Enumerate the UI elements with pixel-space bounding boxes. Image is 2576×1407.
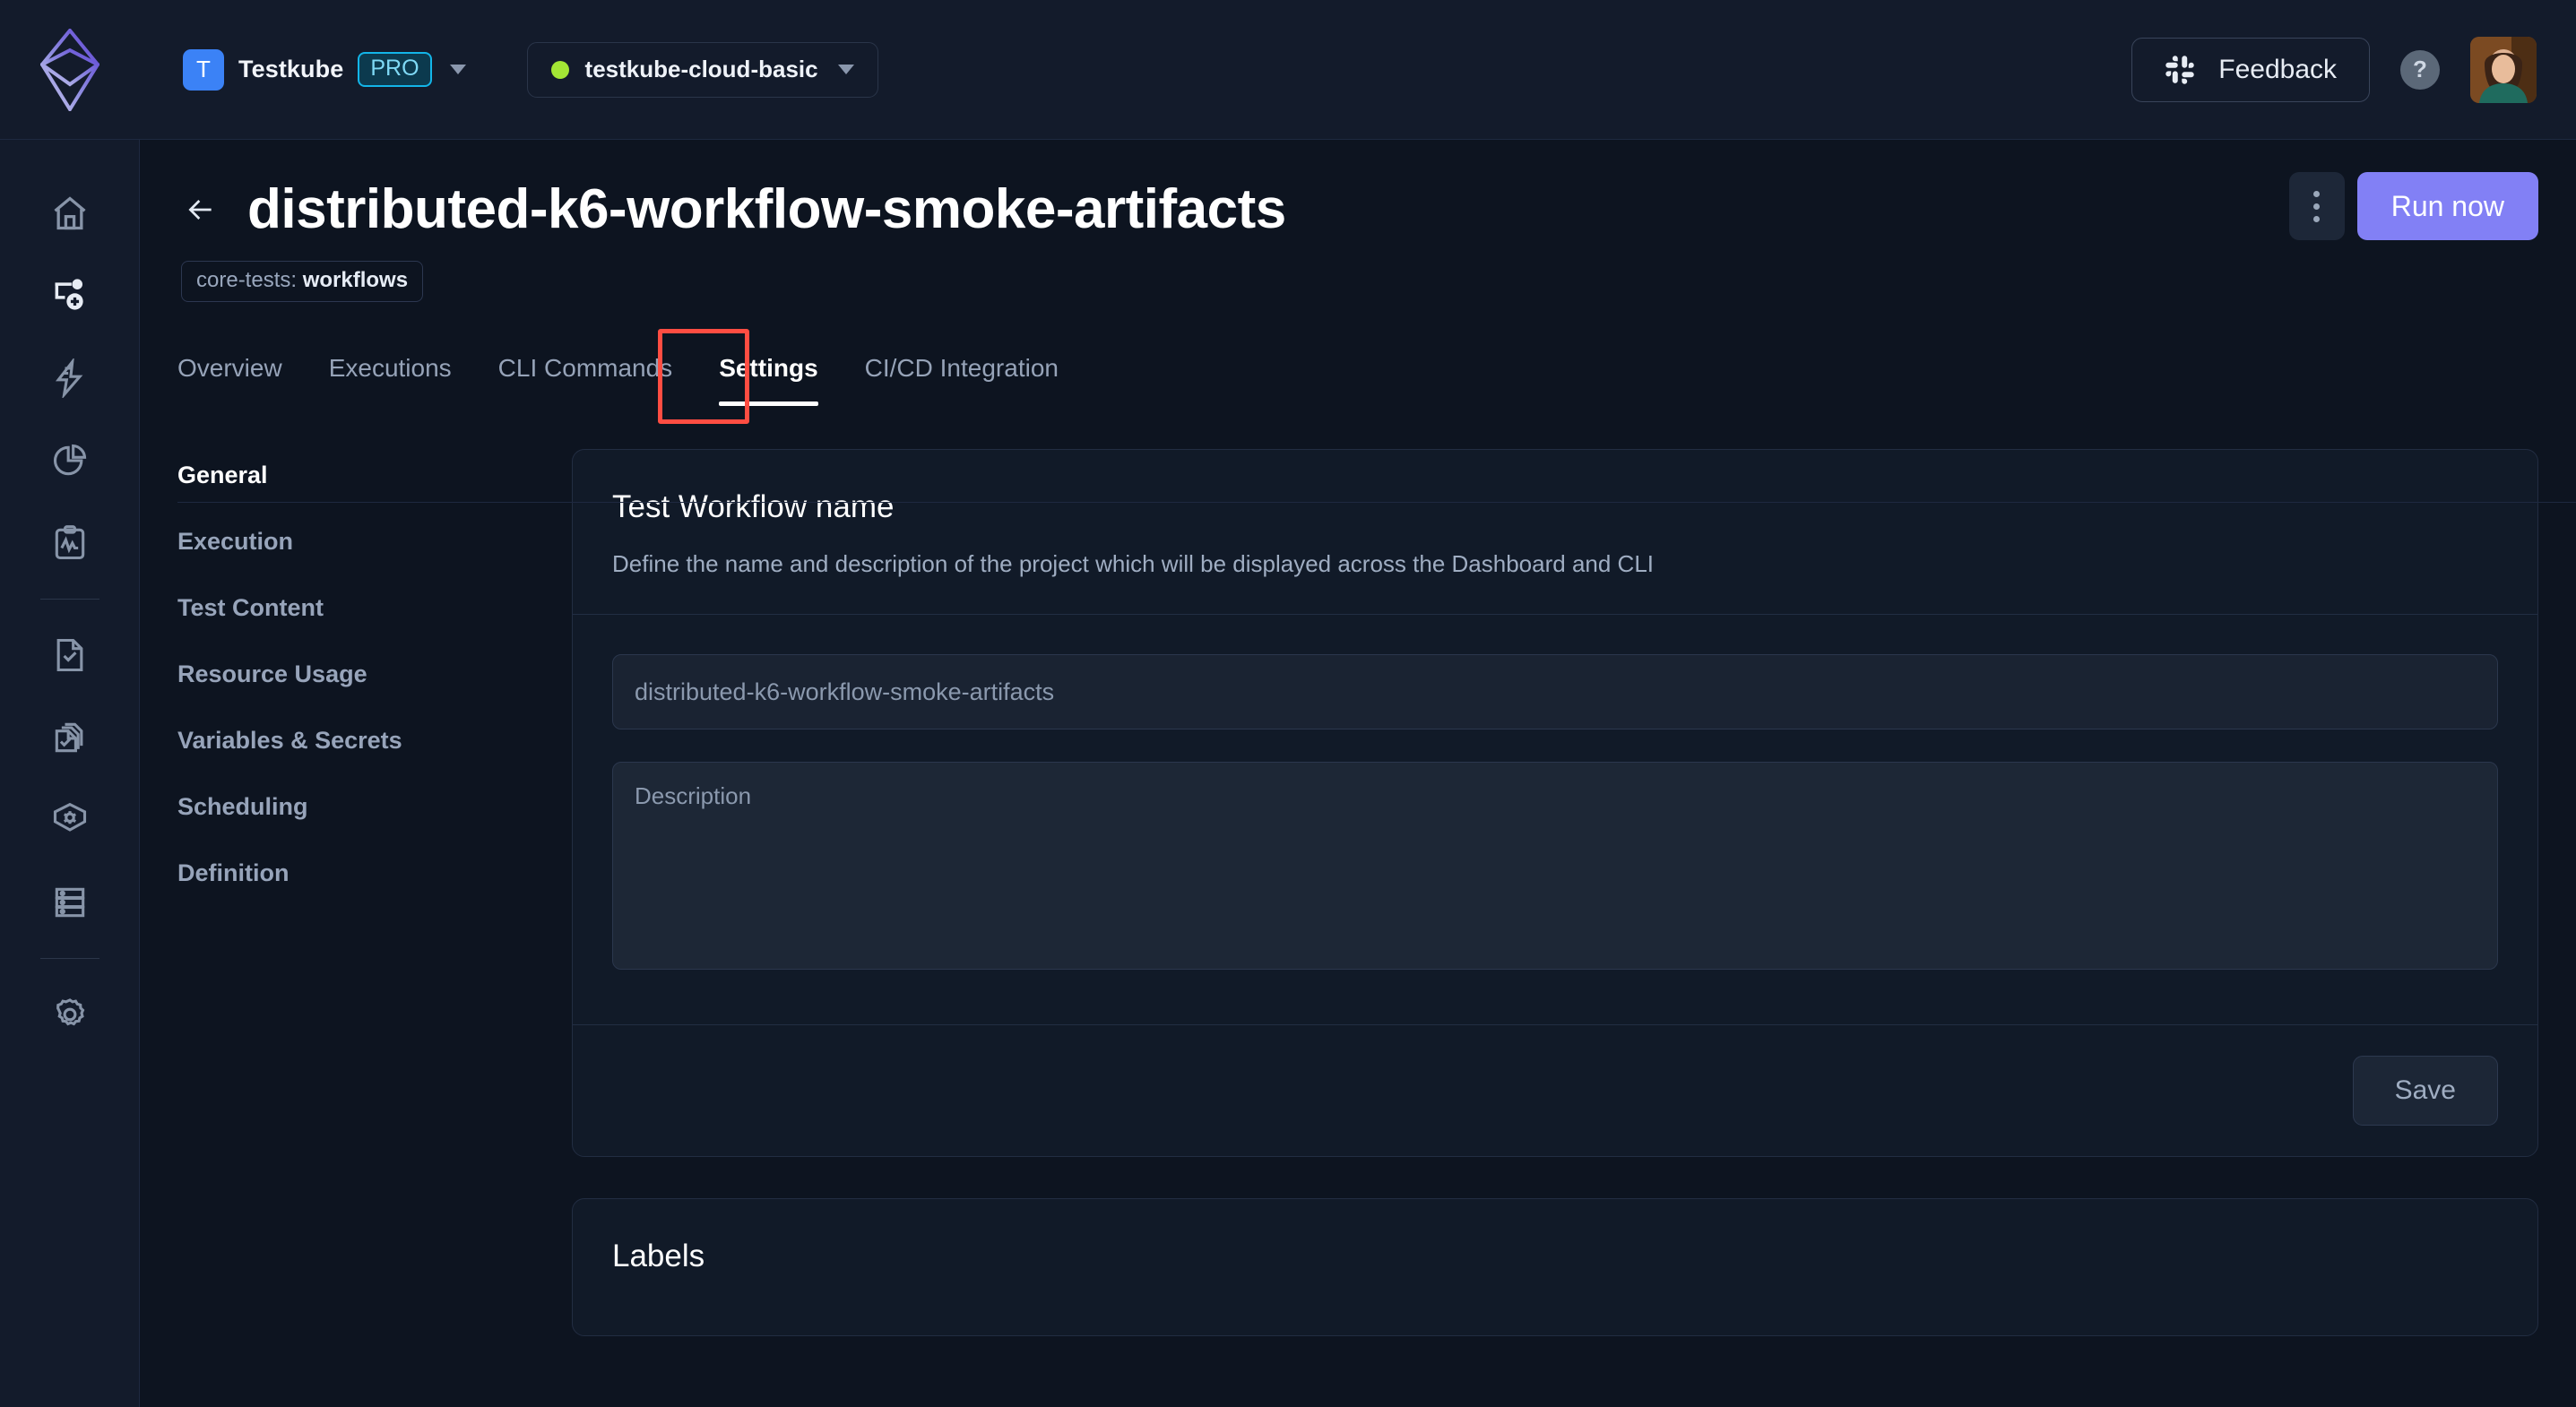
server-icon <box>55 887 84 918</box>
sidebar-item-resources[interactable] <box>0 861 140 944</box>
app-logo[interactable] <box>0 0 140 140</box>
sidebar-item-home[interactable] <box>0 172 140 255</box>
subnav-item-scheduling[interactable]: Scheduling <box>177 793 572 821</box>
chevron-down-icon <box>449 65 466 74</box>
label-chip-key: core-tests: <box>196 268 303 292</box>
sidebar-item-reports[interactable] <box>0 502 140 584</box>
top-bar: T Testkube PRO testkube-cloud-basic Feed… <box>0 0 2576 140</box>
status-dot-icon <box>550 60 569 79</box>
rail-divider <box>39 599 99 600</box>
help-icon[interactable]: ? <box>2400 49 2440 90</box>
environment-name: testkube-cloud-basic <box>584 56 818 82</box>
sidebar-item-tests[interactable] <box>0 614 140 696</box>
back-arrow-icon <box>188 199 212 220</box>
more-vertical-icon <box>2313 215 2321 222</box>
left-nav-rail <box>0 140 140 1407</box>
sidebar-item-test-suites[interactable] <box>0 696 140 779</box>
shield-gear-icon <box>53 802 86 832</box>
card-description: Define the name and description of the p… <box>612 550 1655 577</box>
test-workflow-name-card: Test Workflow name Define the name and d… <box>572 449 2538 1157</box>
file-check-icon <box>56 638 82 672</box>
workflow-name-input[interactable] <box>612 654 2498 729</box>
org-name: Testkube <box>238 56 344 82</box>
tab-bar: Overview Executions CLI Commands Setting… <box>177 329 2576 424</box>
gear-icon <box>56 998 84 1026</box>
card-body <box>573 615 2537 1024</box>
settings-subnav: General Execution Test Content Resource … <box>177 449 572 1377</box>
settings-body: General Execution Test Content Resource … <box>140 449 2576 1377</box>
feedback-button[interactable]: Feedback <box>2131 37 2370 102</box>
top-bar-actions: Feedback ? <box>2131 36 2576 103</box>
org-switcher[interactable]: T Testkube PRO <box>177 38 471 102</box>
card-title: Test Workflow name <box>612 489 895 524</box>
pie-chart-icon <box>53 444 86 476</box>
page-header: distributed-k6-workflow-smoke-artifacts … <box>140 140 2576 302</box>
avatar-image <box>2470 36 2537 103</box>
subnav-item-test-content[interactable]: Test Content <box>177 594 572 622</box>
page-container: distributed-k6-workflow-smoke-artifacts … <box>140 140 2576 1407</box>
card-footer: Save <box>573 1025 2537 1156</box>
subnav-item-definition[interactable]: Definition <box>177 859 572 887</box>
files-check-icon <box>55 722 82 753</box>
save-button[interactable]: Save <box>2352 1056 2498 1126</box>
plan-badge: PRO <box>358 52 432 87</box>
subnav-item-general[interactable]: General <box>177 462 572 489</box>
sidebar-item-triggers[interactable] <box>0 337 140 419</box>
environment-selector[interactable]: testkube-cloud-basic <box>526 41 878 98</box>
tab-settings[interactable]: Settings <box>696 354 841 406</box>
workflow-description-input[interactable] <box>612 762 2498 970</box>
labels-card: Labels <box>572 1198 2538 1336</box>
page-title: distributed-k6-workflow-smoke-artifacts <box>247 178 1286 240</box>
sidebar-item-security[interactable] <box>0 779 140 861</box>
subnav-item-variables-secrets[interactable]: Variables & Secrets <box>177 727 572 755</box>
slack-icon <box>2165 55 2194 84</box>
home-icon <box>53 196 86 230</box>
sidebar-item-create-workflow[interactable] <box>0 255 140 337</box>
labels-card-title: Labels <box>612 1239 705 1273</box>
header-actions: Run now <box>2288 172 2538 240</box>
clipboard-chart-icon <box>55 525 84 560</box>
tab-bar-divider <box>177 502 2576 503</box>
tab-cli-commands[interactable]: CLI Commands <box>475 354 696 406</box>
feedback-label: Feedback <box>2218 54 2337 84</box>
subnav-item-resource-usage[interactable]: Resource Usage <box>177 660 572 688</box>
rail-divider <box>39 958 99 959</box>
testkube-diamond-logo <box>40 28 99 111</box>
tab-overview[interactable]: Overview <box>177 354 306 406</box>
sidebar-item-insights[interactable] <box>0 419 140 502</box>
lightning-icon <box>55 358 82 398</box>
more-vertical-icon <box>2313 203 2321 210</box>
settings-content: Test Workflow name Define the name and d… <box>572 449 2576 1377</box>
back-button[interactable] <box>177 186 224 233</box>
tab-executions[interactable]: Executions <box>306 354 475 406</box>
label-chip[interactable]: core-tests: workflows <box>181 261 424 302</box>
card-header: Test Workflow name Define the name and d… <box>573 450 2537 614</box>
help-label: ? <box>2413 56 2427 82</box>
label-chip-value: workflows <box>302 268 409 292</box>
subnav-item-execution[interactable]: Execution <box>177 528 572 556</box>
tab-cicd-integration[interactable]: CI/CD Integration <box>842 354 1082 406</box>
card-header: Labels <box>573 1199 2537 1335</box>
add-workflow-icon <box>55 279 83 310</box>
chevron-down-icon <box>837 65 854 74</box>
sidebar-item-settings[interactable] <box>0 973 140 1056</box>
title-row: distributed-k6-workflow-smoke-artifacts <box>177 177 2576 241</box>
org-avatar: T <box>183 48 224 91</box>
more-vertical-icon <box>2313 190 2321 197</box>
more-options-button[interactable] <box>2288 172 2345 240</box>
run-now-button[interactable]: Run now <box>2356 172 2538 240</box>
avatar[interactable] <box>2470 36 2537 103</box>
